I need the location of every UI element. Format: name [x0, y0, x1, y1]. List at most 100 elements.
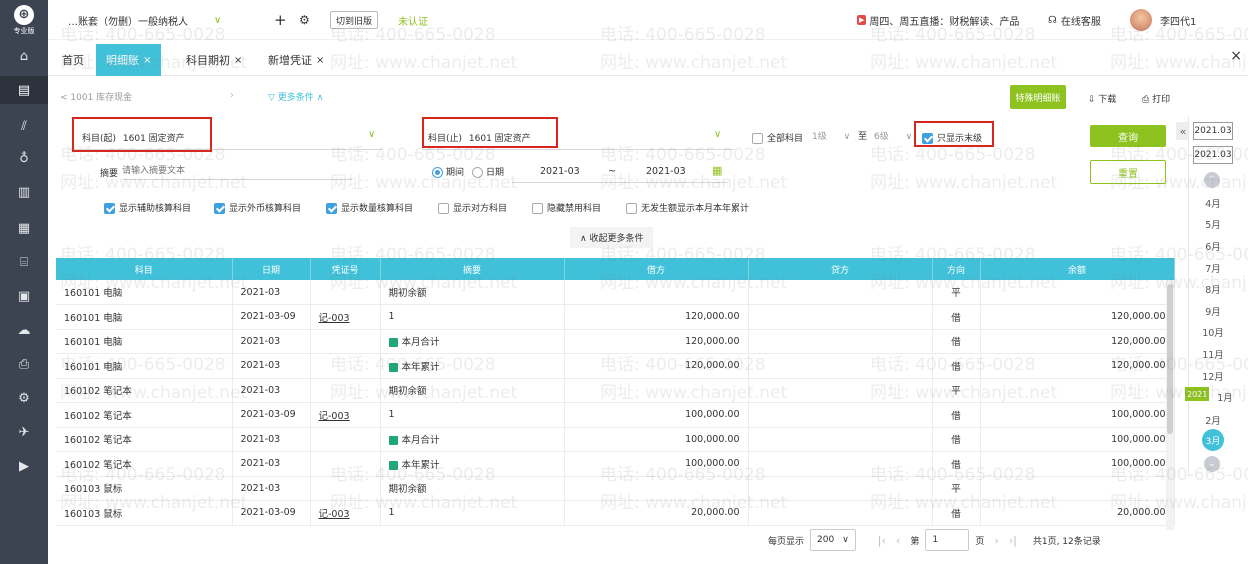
reset-button[interactable]: 重置	[1090, 160, 1166, 184]
column-header-voucher[interactable]: 凭证号	[310, 258, 381, 280]
year-month-top[interactable]: 2021.03	[1193, 122, 1233, 140]
verify-status[interactable]: 未认证	[398, 0, 428, 40]
per-page-select[interactable]: 200 ∨	[810, 529, 856, 551]
column-header-date[interactable]: 日期	[232, 258, 311, 280]
level-from-select[interactable]: 1级 ∨	[812, 129, 850, 142]
table-row[interactable]: 160102 笔记本 2021-03-09 记-003 1 100,000.00 借 100…	[56, 402, 1175, 428]
money-bag-icon[interactable]: ♁	[14, 148, 34, 168]
account-selector[interactable]: …账套（勿删）一般纳税人 ∨	[68, 0, 221, 40]
column-header-balance[interactable]: 余额	[980, 258, 1175, 280]
close-all-tabs-icon[interactable]: ×	[1230, 48, 1242, 64]
cell-voucher[interactable]: 记-003	[310, 304, 381, 330]
table-row[interactable]: 160101 电脑 2021-03-09 记-003 1 120,000.00 借 120,…	[56, 304, 1175, 330]
scroll-down-icon[interactable]: ⌄	[1204, 456, 1220, 472]
video-icon[interactable]: ▶	[14, 456, 34, 476]
chevron-down-icon[interactable]: ∨	[714, 129, 721, 140]
month-item[interactable]: 12月	[1189, 369, 1237, 383]
cloud-icon[interactable]: ☁	[14, 320, 34, 340]
close-icon[interactable]: ×	[234, 55, 242, 66]
download-button[interactable]: ⇩ 下载	[1088, 92, 1116, 105]
live-broadcast-link[interactable]: ▶ 周四、周五直播：财税解读、产品	[857, 0, 1019, 40]
invoice-icon[interactable]: ▣	[14, 286, 34, 306]
tab-opening-balance[interactable]: 科目期初 ×	[176, 44, 252, 76]
cell-voucher[interactable]: 记-003	[310, 500, 381, 526]
option-counter-account[interactable]: 显示对方科目	[438, 201, 507, 214]
document-icon[interactable]: ▥	[14, 182, 34, 202]
column-header-summary[interactable]: 摘要	[380, 258, 565, 280]
home-icon[interactable]: ⌂	[14, 46, 34, 66]
period-to-input[interactable]: 2021-03	[646, 166, 686, 177]
report-icon[interactable]: ▦	[14, 218, 34, 238]
option-show-cumulative[interactable]: 无发生额显示本月本年累计	[626, 201, 749, 214]
column-header-debit[interactable]: 借方	[564, 258, 749, 280]
option-aux-accounting[interactable]: 显示辅助核算科目	[104, 201, 191, 214]
month-item[interactable]: 5月	[1189, 217, 1237, 231]
tab-home[interactable]: 首页	[52, 44, 94, 76]
scroll-up-icon[interactable]: ⌃	[1204, 172, 1220, 188]
table-row[interactable]: 160101 电脑 2021-03 本月合计 120,000.00 借 120,000.0…	[56, 329, 1175, 354]
chevron-down-icon[interactable]: ∨	[368, 129, 375, 140]
calendar-icon[interactable]: ▦	[712, 164, 722, 177]
next-page-icon[interactable]: ›	[994, 534, 998, 547]
add-account-icon[interactable]: +	[274, 0, 287, 40]
prev-page-icon[interactable]: ‹	[896, 534, 900, 547]
tab-detail-ledger[interactable]: 明细账 ×	[96, 44, 162, 76]
option-hide-disabled[interactable]: 隐藏禁用科目	[532, 201, 601, 214]
column-header-direction[interactable]: 方向	[932, 258, 981, 280]
table-row[interactable]: 160102 笔记本 2021-03 期初余额 平	[56, 378, 1175, 403]
close-icon[interactable]: ×	[316, 55, 324, 66]
column-header-credit[interactable]: 贷方	[748, 258, 933, 280]
user-menu[interactable]: 李四代1	[1130, 0, 1196, 40]
month-item[interactable]: 4月	[1189, 196, 1237, 210]
month-item[interactable]: 7月	[1189, 261, 1237, 275]
month-item[interactable]: 11月	[1189, 347, 1237, 361]
level-to-select[interactable]: 6级 ∨	[874, 129, 912, 142]
gear-icon[interactable]: ⚙	[299, 0, 310, 40]
summary-input[interactable]	[122, 162, 352, 180]
receipt-icon[interactable]: ⎙	[14, 354, 34, 374]
month-item[interactable]: 1月	[1201, 390, 1248, 404]
table-row[interactable]: 160103 鼠标 2021-03-09 记-003 1 20,000.00 借 20,00…	[56, 500, 1175, 526]
column-header-subject[interactable]: 科目	[56, 258, 233, 280]
online-service-link[interactable]: ☊ 在线客服	[1048, 0, 1101, 40]
table-row[interactable]: 160101 电脑 2021-03 期初余额 平	[56, 280, 1175, 305]
bank-icon[interactable]: ⌸	[14, 252, 34, 272]
logo[interactable]: ⊕ 专业版	[0, 0, 48, 40]
tab-new-voucher[interactable]: 新增凭证 ×	[258, 44, 334, 76]
settings-icon[interactable]: ⚙	[14, 388, 34, 408]
option-quantity[interactable]: 显示数量核算科目	[326, 201, 413, 214]
chevron-right-icon[interactable]: ›	[230, 90, 234, 101]
print-button[interactable]: ⎙ 打印	[1142, 92, 1170, 105]
cell-voucher[interactable]: 记-003	[310, 402, 381, 428]
table-row[interactable]: 160102 笔记本 2021-03 本月合计 100,000.00 借 100,000.…	[56, 427, 1175, 452]
close-icon[interactable]: ×	[143, 55, 151, 66]
all-subjects-checkbox[interactable]: 全部科目	[752, 131, 803, 144]
month-item[interactable]: 8月	[1189, 282, 1237, 296]
month-item[interactable]: 6月	[1189, 239, 1237, 253]
year-month-bottom[interactable]: 2021.03	[1193, 146, 1233, 164]
table-scrollbar-thumb[interactable]	[1167, 284, 1173, 434]
switch-old-version-button[interactable]: 切到旧版	[330, 11, 379, 29]
table-row[interactable]: 160103 鼠标 2021-03 期初余额 平	[56, 476, 1175, 501]
last-page-icon[interactable]: ›|	[1009, 534, 1017, 547]
megaphone-icon[interactable]: ✈	[14, 422, 34, 442]
query-button[interactable]: 查询	[1090, 125, 1166, 147]
month-item[interactable]: 2月	[1189, 413, 1237, 427]
special-detail-ledger-button[interactable]: 特殊明细账	[1010, 85, 1066, 109]
collapse-conditions-toggle[interactable]: ∧ 收起更多条件	[570, 227, 654, 248]
period-from-input[interactable]: 2021-03	[540, 166, 580, 177]
month-item[interactable]: 10月	[1189, 325, 1237, 339]
period-radio[interactable]: 期间	[432, 165, 464, 178]
first-page-icon[interactable]: |‹	[878, 534, 886, 547]
month-item[interactable]: 9月	[1189, 304, 1237, 318]
table-row[interactable]: 160102 笔记本 2021-03 本年累计 100,000.00 借 100,000.…	[56, 451, 1175, 477]
month-item-active[interactable]: 3月	[1202, 429, 1224, 451]
page-number-input[interactable]: 1	[925, 529, 970, 551]
date-radio[interactable]: 日期	[472, 165, 504, 178]
table-row[interactable]: 160101 电脑 2021-03 本年累计 120,000.00 借 120,000.0…	[56, 353, 1175, 379]
breadcrumb[interactable]: < 1001 库存现金	[60, 90, 132, 103]
chart-icon[interactable]: ⫽	[14, 116, 34, 136]
option-foreign-currency[interactable]: 显示外币核算科目	[214, 201, 301, 214]
more-conditions-toggle[interactable]: ▽ 更多条件 ∧	[268, 90, 323, 103]
ledger-icon[interactable]: ▤	[14, 80, 34, 100]
